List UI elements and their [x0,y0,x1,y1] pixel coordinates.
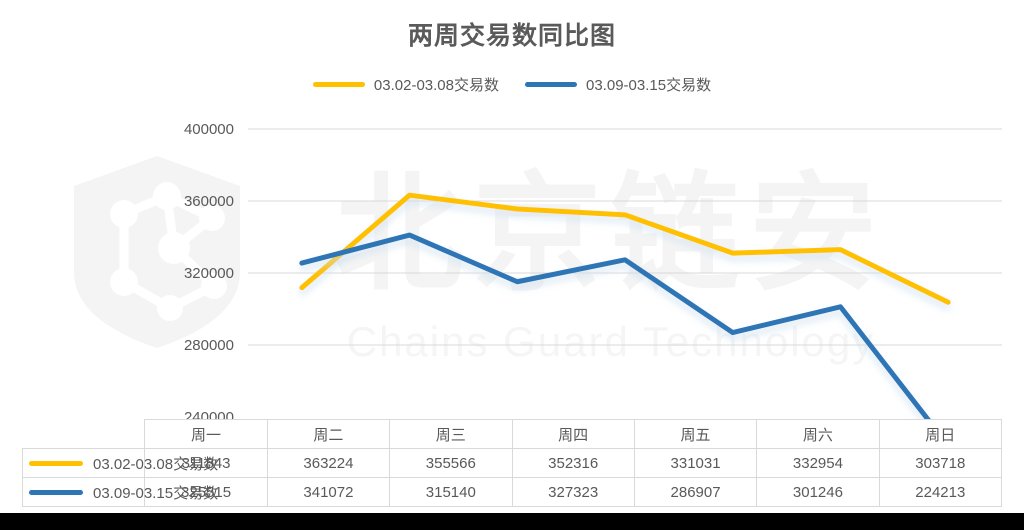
table-corner-cell [23,420,145,449]
y-tick-label-320000: 320000 [184,265,234,282]
table-col-header-3: 周四 [511,419,635,449]
y-tick-label-400000: 400000 [184,121,234,138]
legend-color-swatch-series-1 [525,82,577,87]
table-cell-r0-c3: 352316 [511,448,635,478]
legend-label-series-0: 03.02-03.08交易数 [373,77,499,94]
table-cell-r1-c4: 286907 [633,477,758,507]
chart-title: 两周交易数同比图 [407,22,616,50]
data-line-series-0 [299,192,951,305]
table-cell-r1-c1: 341072 [266,477,391,507]
table-row-header-1: 03.09-03.15交易数 [21,477,218,507]
legend-label-series-1: 03.09-03.15交易数 [586,77,712,94]
table-col-header-0: 周一 [144,419,268,449]
legend-item-series-1[interactable]: 03.09-03.15交易数 [525,74,711,95]
table-header-row: 周一 周二 周三 周四 周五 周六 周日 [23,419,1003,449]
table-cell-r0-c2: 355566 [389,448,513,478]
table-cell-r0-c1: 363224 [266,448,391,478]
table-cell-r0-c4: 331031 [633,448,758,478]
y-axis-tick-labels: 400000360000320000280000240000 [184,121,234,426]
table-col-header-1: 周二 [266,419,391,449]
legend-color-swatch-series-0 [312,82,365,87]
table-row: 03.02-03.08交易数 311843 363224 355566 3523… [21,448,1003,478]
table-cell-r1-c6: 224213 [878,477,1003,507]
chart-legend: 03.02-03.08交易数 03.09-03.15交易数 [0,74,1024,95]
table-col-header-2: 周三 [389,419,513,449]
y-tick-label-280000: 280000 [184,337,234,354]
data-line-series-1 [299,232,944,435]
table-row-color-swatch-0 [29,460,83,466]
table-cell-r1-c3: 327323 [511,477,635,507]
table-cell-r1-c5: 301246 [756,477,880,507]
table-row-header-0: 03.02-03.08交易数 [21,448,218,478]
table-cell-r0-c5: 332954 [756,448,880,478]
table-col-header-6: 周日 [878,419,1003,449]
table-cell-r0-c6: 303718 [878,448,1003,478]
chart-screenshot: 北京链安 Chains Guard Technology 两周交易数同比图 03… [0,0,1024,530]
table-col-header-5: 周六 [756,419,880,449]
y-tick-label-360000: 360000 [184,193,234,210]
bottom-black-bar [0,513,1024,530]
chart-card: 北京链安 Chains Guard Technology 两周交易数同比图 03… [0,0,1024,513]
table-col-header-4: 周五 [633,419,758,449]
table-row-color-swatch-1 [29,489,83,495]
legend-item-series-0[interactable]: 03.02-03.08交易数 [312,74,499,95]
table-row: 03.09-03.15交易数 325515 341072 315140 3273… [21,477,1003,507]
table-cell-r1-c2: 315140 [389,477,513,507]
chart-data-table: 周一 周二 周三 周四 周五 周六 周日 03.02-03.08交易数 3118… [21,419,1003,507]
